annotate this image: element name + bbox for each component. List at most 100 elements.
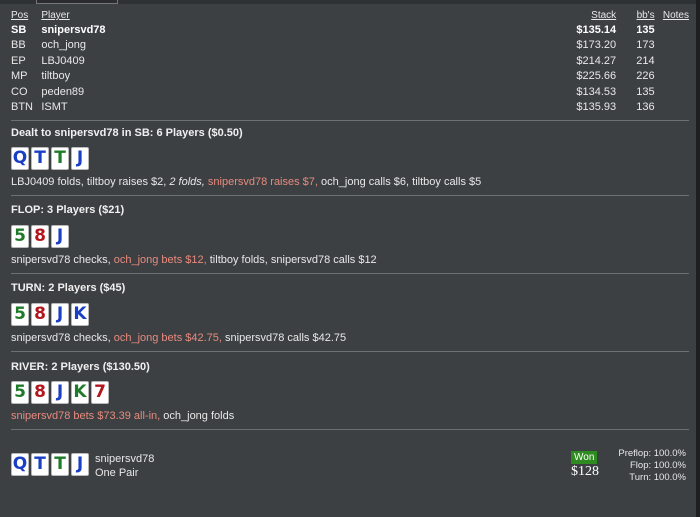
position-cell: BTN	[11, 101, 33, 114]
stack-cell: $225.66	[576, 70, 617, 83]
toolbar-tab[interactable]	[36, 0, 118, 4]
notes-cell[interactable]	[655, 100, 689, 116]
action-text: snipersvd78 checks,	[11, 254, 114, 266]
playing-card: T	[31, 147, 49, 170]
player-row[interactable]: SB snipersvd78 $135.14 135	[11, 22, 689, 38]
player-row[interactable]: EP LBJ0409 $214.27 214	[11, 53, 689, 69]
playing-card: K	[71, 303, 89, 326]
header-stack[interactable]: Stack	[106, 9, 616, 22]
player-row[interactable]: CO peden89 $134.53 135	[11, 84, 689, 100]
player-name-cell: och_jong	[41, 39, 86, 52]
river-title: RIVER: 2 Players ($130.50)	[11, 361, 150, 373]
player-table: Pos Player Stack bb's Notes SB snipersvd7…	[11, 9, 689, 115]
playing-card: Q	[11, 453, 29, 476]
flop-title: FLOP: 3 Players ($21)	[11, 204, 125, 216]
stack-cell: $134.53	[576, 85, 617, 98]
player-row[interactable]: BB och_jong $173.20 173	[11, 38, 689, 54]
equity-label: Preflop:	[618, 448, 652, 459]
action-text: snipersvd78 calls $42.75	[225, 332, 347, 344]
stack-cell: $135.93	[576, 101, 617, 114]
action-text: LBJ0409 folds, tiltboy raises $2,	[11, 176, 170, 188]
bb-cell: 214	[636, 54, 655, 67]
won-badge: Won	[571, 451, 598, 464]
playing-card: 5	[11, 225, 29, 248]
player-name-cell: snipersvd78	[41, 23, 106, 36]
equity-value: 100.0%	[653, 460, 686, 471]
playing-card: T	[31, 453, 49, 476]
bb-cell: 135	[636, 85, 655, 98]
equity-value: 100.0%	[653, 448, 686, 459]
river-board-cards: 58JK7	[11, 381, 111, 404]
equity-value: 100.0%	[653, 472, 686, 483]
player-row[interactable]: MP tiltboy $225.66 226	[11, 69, 689, 85]
flop-actions: snipersvd78 checks, och_jong bets $12, t…	[11, 254, 377, 266]
preflop-title: Dealt to snipersvd78 in SB: 6 Players ($…	[11, 127, 243, 139]
summary-hand-rank: One Pair	[95, 467, 139, 479]
hero-action-text: och_jong bets $42.75,	[113, 332, 226, 344]
divider	[11, 351, 689, 352]
notes-cell[interactable]	[655, 53, 689, 69]
flop-board-cards: 58J	[11, 225, 71, 248]
preflop-actions: LBJ0409 folds, tiltboy raises $2, 2 fold…	[11, 176, 481, 188]
action-text: och_jong calls $6, tiltboy calls $5	[321, 176, 482, 188]
player-name-cell: tiltboy	[41, 70, 71, 83]
playing-card: 8	[31, 303, 49, 326]
equity-row: Flop: 100.0%	[610, 460, 686, 472]
top-toolbar-strip	[0, 0, 700, 4]
hero-action-text: snipersvd78 bets $73.39 all-in,	[11, 410, 164, 422]
hero-action-text: och_jong bets $12,	[113, 254, 210, 266]
bb-cell: 173	[636, 39, 655, 52]
playing-card: 8	[31, 225, 49, 248]
notes-cell[interactable]	[655, 22, 689, 38]
equity-label: Turn:	[629, 472, 652, 483]
divider	[11, 195, 689, 196]
action-text: tiltboy folds, snipersvd78 calls $12	[209, 254, 377, 266]
header-player[interactable]: Player	[41, 9, 105, 22]
hero-action-text: snipersvd78 raises $7,	[207, 176, 322, 188]
bb-cell: 226	[636, 70, 655, 83]
playing-card: Q	[11, 147, 29, 170]
header-pos[interactable]: Pos	[11, 9, 41, 22]
player-row[interactable]: BTN ISMT $135.93 136	[11, 100, 689, 116]
player-name-cell: LBJ0409	[41, 54, 85, 67]
notes-cell[interactable]	[655, 69, 689, 85]
stack-cell: $214.27	[576, 54, 617, 67]
action-text: och_jong folds	[163, 410, 235, 422]
position-cell: EP	[11, 54, 26, 67]
player-name-cell: peden89	[41, 85, 85, 98]
action-text: 2 folds,	[169, 176, 208, 188]
won-amount: $128	[571, 464, 599, 479]
notes-cell[interactable]	[655, 38, 689, 54]
playing-card: 5	[11, 381, 29, 404]
turn-actions: snipersvd78 checks, och_jong bets $42.75…	[11, 332, 346, 344]
equity-label: Flop:	[630, 460, 652, 471]
divider	[11, 120, 689, 121]
playing-card: 5	[11, 303, 29, 326]
hole-cards: QTTJ	[11, 147, 91, 170]
position-cell: MP	[11, 70, 28, 83]
playing-card: K	[71, 381, 89, 404]
position-cell: SB	[11, 23, 27, 36]
playing-card: J	[51, 381, 69, 404]
position-cell: CO	[11, 85, 28, 98]
equity-row: Turn: 100.0%	[610, 472, 686, 484]
playing-card: J	[71, 147, 89, 170]
divider	[11, 273, 689, 274]
divider	[11, 429, 689, 430]
action-text: snipersvd78 checks,	[11, 332, 114, 344]
playing-card: T	[51, 147, 69, 170]
notes-cell[interactable]	[655, 84, 689, 100]
river-actions: snipersvd78 bets $73.39 all-in, och_jong…	[11, 410, 234, 422]
summary-player-name: snipersvd78	[95, 453, 155, 465]
header-bb[interactable]: bb's	[616, 9, 655, 22]
playing-card: T	[51, 453, 69, 476]
stack-cell: $135.14	[576, 23, 617, 36]
playing-card: J	[51, 303, 69, 326]
bb-cell: 136	[636, 101, 655, 114]
playing-card: 7	[91, 381, 109, 404]
turn-board-cards: 58JK	[11, 303, 91, 326]
playing-card: J	[71, 453, 89, 476]
equity-stats: Preflop: 100.0% Flop: 100.0% Turn: 100.0%	[610, 448, 686, 484]
window-edge	[696, 0, 700, 517]
header-notes[interactable]: Notes	[655, 9, 689, 22]
